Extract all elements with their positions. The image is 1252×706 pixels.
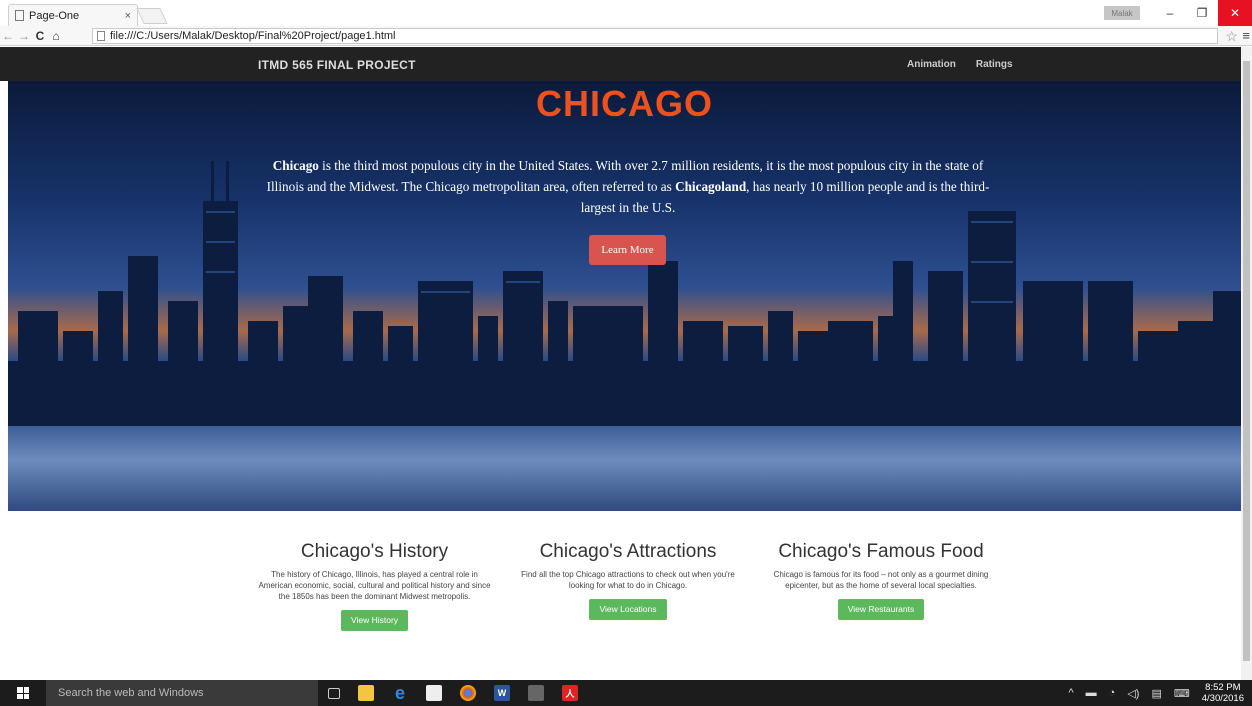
taskbar-apps: e W 人	[328, 680, 578, 706]
reload-icon[interactable]: C	[32, 29, 48, 43]
start-button[interactable]	[0, 680, 46, 706]
clock-time: 8:52 PM	[1205, 682, 1241, 693]
hero-bold-chicagoland: Chicagoland	[675, 179, 747, 194]
nav-link-animation[interactable]: Animation	[907, 59, 956, 70]
address-bar[interactable]: file:///C:/Users/Malak/Desktop/Final%20P…	[92, 28, 1218, 44]
view-history-button[interactable]: View History	[340, 610, 409, 631]
acrobat-icon[interactable]: 人	[562, 685, 578, 701]
url-text: file:///C:/Users/Malak/Desktop/Final%20P…	[110, 30, 396, 42]
site-brand[interactable]: ITMD 565 FINAL PROJECT	[258, 58, 416, 72]
browser-tab[interactable]: Page-One ×	[8, 4, 138, 26]
battery-icon[interactable]: ▬	[1086, 687, 1097, 699]
taskbar-search[interactable]: Search the web and Windows	[46, 680, 318, 706]
attractions-column: Chicago's Attractions Find all the top C…	[512, 541, 744, 620]
wifi-icon[interactable]: ◔	[1109, 687, 1116, 699]
food-title: Chicago's Famous Food	[778, 541, 984, 562]
food-text: Chicago is famous for its food – not onl…	[773, 570, 989, 590]
minimize-button[interactable]: –	[1154, 0, 1186, 26]
volume-icon[interactable]: ◁)	[1127, 687, 1139, 700]
keyboard-icon[interactable]: ⌨	[1174, 687, 1190, 700]
hero-description: Chicago is the third most populous city …	[253, 155, 1003, 218]
close-window-button[interactable]: ✕	[1218, 0, 1252, 26]
attractions-text: Find all the top Chicago attractions to …	[521, 570, 735, 590]
forward-icon[interactable]: →	[16, 29, 32, 43]
history-text: The history of Chicago, Illinois, has pl…	[258, 570, 491, 601]
app-icon[interactable]	[528, 685, 544, 701]
new-tab-button[interactable]	[136, 8, 168, 24]
window-controls: Malak – ❐ ✕	[1104, 0, 1252, 26]
page-scrollbar[interactable]	[1241, 47, 1252, 680]
task-view-icon[interactable]	[328, 687, 340, 699]
page-icon	[97, 31, 105, 41]
view-restaurants-button[interactable]: View Restaurants	[837, 599, 925, 620]
history-column: Chicago's History The history of Chicago…	[257, 541, 492, 631]
chrome-icon[interactable]	[460, 685, 476, 701]
history-title: Chicago's History	[300, 541, 449, 562]
store-icon[interactable]	[426, 685, 442, 701]
tab-title: Page-One	[29, 9, 80, 22]
bookmark-star-icon[interactable]: ☆	[1225, 28, 1238, 45]
hero-title: CHICAGO	[536, 83, 713, 124]
site-navbar: ITMD 565 FINAL PROJECT Animation Ratings	[0, 47, 1241, 81]
system-tray: ^ ▬ ◔ ◁) ▤ ⌨ 8:52 PM 4/30/2016	[1068, 680, 1244, 706]
nav-links: Animation Ratings	[907, 59, 1013, 70]
nav-link-ratings[interactable]: Ratings	[976, 59, 1013, 70]
address-toolbar: ← → C ⌂ file:///C:/Users/Malak/Desktop/F…	[0, 26, 1252, 46]
page-icon	[15, 10, 24, 21]
hero-banner: CHICAGO Chicago is the third most populo…	[8, 81, 1241, 511]
notification-icon[interactable]: ▤	[1151, 687, 1161, 700]
lake-water	[8, 426, 1241, 511]
clock-date: 4/30/2016	[1201, 693, 1244, 704]
chevron-up-icon[interactable]: ^	[1068, 687, 1073, 699]
view-locations-button[interactable]: View Locations	[589, 599, 667, 620]
tab-close-button[interactable]: ×	[125, 10, 131, 22]
user-profile-chip[interactable]: Malak	[1104, 6, 1140, 20]
learn-more-button[interactable]: Learn More	[589, 235, 666, 265]
page-viewport: ITMD 565 FINAL PROJECT Animation Ratings	[0, 47, 1252, 680]
word-icon[interactable]: W	[494, 685, 510, 701]
browser-menu-icon[interactable]: ≡	[1242, 28, 1250, 43]
hero-bold-chicago: Chicago	[272, 158, 319, 173]
windows-taskbar: Search the web and Windows e W 人 ^ ▬ ◔ ◁…	[0, 680, 1252, 706]
clock[interactable]: 8:52 PM 4/30/2016	[1202, 682, 1244, 704]
file-explorer-icon[interactable]	[358, 685, 374, 701]
maximize-button[interactable]: ❐	[1186, 0, 1218, 26]
tab-strip: Page-One × Malak – ❐ ✕	[0, 0, 1252, 26]
edge-icon[interactable]: e	[392, 683, 408, 703]
scrollbar-thumb[interactable]	[1243, 61, 1250, 661]
attractions-title: Chicago's Attractions	[539, 541, 717, 562]
windows-logo-icon	[17, 687, 29, 699]
home-icon[interactable]: ⌂	[48, 29, 64, 43]
back-icon[interactable]: ←	[0, 29, 16, 43]
food-column: Chicago's Famous Food Chicago is famous …	[763, 541, 999, 620]
